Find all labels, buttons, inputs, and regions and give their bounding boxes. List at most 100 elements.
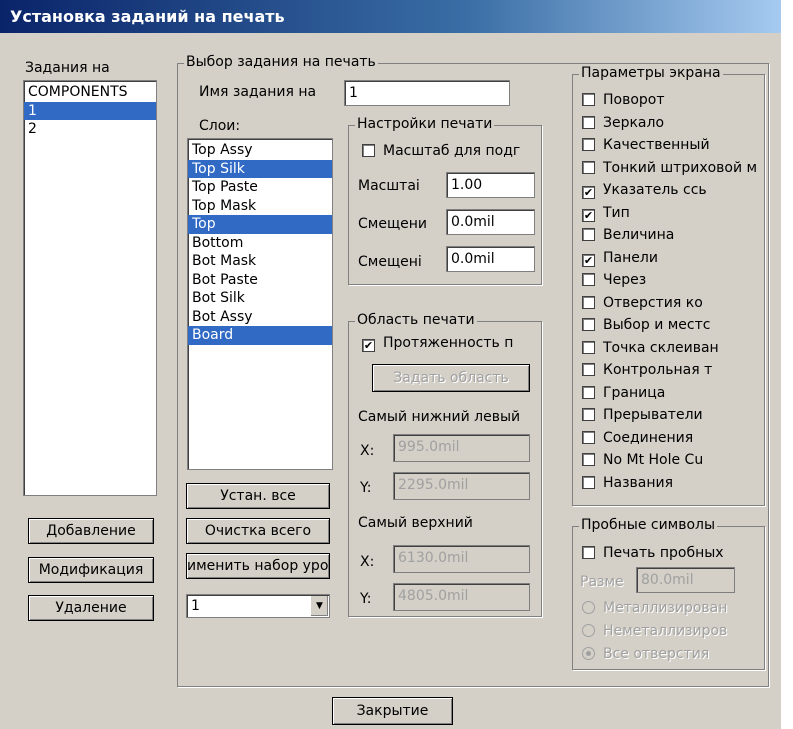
display-param-label: Панели [603, 249, 658, 266]
display-param-checkbox[interactable]: Выбор и местс [582, 315, 758, 335]
modify-button[interactable]: Модификация [28, 557, 154, 583]
display-param-checkbox[interactable]: Прерыватели [582, 405, 758, 425]
display-param-checkbox[interactable]: Контрольная т [582, 360, 758, 380]
radio-metallized-label: Металлизирован [603, 600, 728, 616]
layer-list-item[interactable]: Bot Mask [188, 252, 332, 271]
job-name-input[interactable]: 1 [344, 80, 510, 106]
layer-list-item[interactable]: Top Silk [188, 159, 332, 178]
display-param-label: Указатель ссь [603, 182, 707, 198]
clear-all-button[interactable]: Очистка всего [186, 518, 330, 544]
checkbox-box: ✔ [362, 339, 375, 352]
radio-all-holes[interactable]: Все отверстия [582, 644, 758, 664]
print-drill-symbols-checkbox[interactable]: Печать пробных [582, 543, 758, 563]
display-param-checkbox[interactable]: Граница [582, 383, 758, 403]
display-param-checkbox[interactable]: Зеркало [582, 113, 758, 133]
jobs-list-item[interactable]: COMPONENTS [24, 83, 156, 102]
apply-layer-set-button[interactable]: именить набор уров [186, 553, 330, 579]
ll-x-input[interactable]: 995.0mil [393, 434, 530, 462]
print-area-legend: Область печати [355, 312, 477, 328]
set-all-button[interactable]: Устан. все [186, 483, 330, 509]
ur-y-input[interactable]: 4805.0mil [393, 583, 530, 611]
layer-list-item[interactable]: Top Assy [188, 141, 332, 160]
ur-x-label: X: [360, 554, 375, 570]
print-settings-legend: Настройки печати [355, 116, 495, 132]
checkbox-box [582, 93, 595, 106]
size-input[interactable]: 80.0mil [636, 567, 735, 593]
display-param-label: Поворот [603, 92, 665, 108]
display-param-checkbox[interactable]: Отверстия ко [582, 293, 758, 313]
layers-list[interactable]: Top Assy Top Silk Top Paste Top Mask Top Bott… [187, 138, 333, 470]
checkbox-box [582, 273, 595, 286]
upper-right-label: Самый верхний [358, 515, 473, 531]
display-param-label: Прерыватели [603, 407, 703, 423]
checkbox-box [582, 138, 595, 151]
display-param-label: Величина [603, 227, 675, 243]
radio-nonmetallized[interactable]: Неметаллизиров [582, 621, 758, 641]
ll-y-input[interactable]: 2295.0mil [393, 472, 530, 500]
display-param-label: Зеркало [603, 114, 665, 131]
checkbox-box [582, 475, 595, 489]
display-param-label: Выбор и местс [603, 317, 711, 333]
drill-symbols-legend: Пробные символы [579, 517, 718, 533]
scale-to-fit-checkbox[interactable]: Масштаб для подг [362, 141, 534, 161]
display-param-checkbox[interactable]: ✔ Указатель ссь [582, 180, 758, 200]
display-param-checkbox[interactable]: Точка склеиван [582, 338, 758, 358]
checkbox-box [582, 363, 595, 376]
ll-x-label: X: [360, 443, 375, 459]
radio-circle [582, 601, 595, 614]
layer-list-item[interactable]: Top Paste [188, 178, 332, 197]
layers-label: Слои: [199, 118, 241, 134]
offset-y-input[interactable]: 0.0mil [446, 246, 535, 272]
display-param-checkbox[interactable]: Тонкий штриховой ме [582, 158, 758, 178]
extents-label: Протяженность п [383, 335, 514, 351]
delete-button[interactable]: Удаление [28, 595, 154, 621]
checkbox-box [582, 453, 595, 466]
layer-list-item[interactable]: Top [188, 215, 332, 234]
display-param-checkbox[interactable]: Поворот [582, 90, 758, 110]
close-button[interactable]: Закрытие [332, 697, 453, 725]
checkbox-box [582, 408, 595, 421]
checkbox-box: ✔ [582, 186, 595, 199]
layer-list-item[interactable]: Bot Paste [188, 271, 332, 290]
scale-input[interactable]: 1.00 [446, 172, 535, 198]
layer-set-combo[interactable]: 1 ▼ [186, 594, 330, 618]
extents-checkbox[interactable]: ✔ Протяженность п [362, 333, 534, 353]
ur-y-label: Y: [360, 591, 372, 607]
jobs-list[interactable]: COMPONENTS 1 2 [23, 80, 157, 496]
display-param-label: Качественный [603, 137, 710, 153]
display-param-checkbox[interactable]: No Mt Hole Cu [582, 450, 758, 470]
display-param-checkbox[interactable]: Через [582, 270, 758, 290]
jobs-list-item[interactable]: 2 [24, 120, 156, 139]
title-bar: Установка заданий на печать [0, 0, 781, 33]
layer-list-item[interactable]: Board [188, 326, 332, 345]
radio-circle [582, 624, 595, 637]
ll-y-label: Y: [360, 480, 372, 496]
checkbox-box: ✔ [582, 208, 595, 222]
display-param-checkbox[interactable]: Соединения [582, 428, 758, 448]
layer-set-combo-value: 1 [191, 598, 200, 614]
display-param-checkbox[interactable]: ✔ Панели [582, 248, 758, 268]
add-button[interactable]: Добавление [28, 518, 154, 544]
display-param-checkbox[interactable]: Качественный [582, 135, 758, 155]
layer-list-item[interactable]: Bot Assy [188, 308, 332, 327]
jobs-list-item[interactable]: 1 [24, 101, 156, 120]
ur-x-input[interactable]: 6130.0mil [393, 545, 530, 573]
print-jobs-dialog: Установка заданий на печать Задания на C… [0, 0, 793, 729]
lower-left-label: Самый нижний левый [358, 409, 521, 425]
display-param-checkbox[interactable]: ✔ Тип [582, 203, 758, 223]
display-param-checkbox[interactable]: Величина [582, 225, 758, 245]
offset-x-input[interactable]: 0.0mil [446, 209, 535, 235]
radio-metallized[interactable]: Металлизирован [582, 598, 758, 618]
radio-nonmetallized-label: Неметаллизиров [603, 623, 728, 639]
window-edge [781, 0, 793, 729]
display-param-checkbox[interactable]: Названия [582, 473, 758, 493]
layer-list-item[interactable]: Bot Silk [188, 289, 332, 308]
chevron-down-icon[interactable]: ▼ [310, 596, 328, 616]
set-area-button[interactable]: Задать область [372, 364, 530, 392]
display-param-label: Названия [603, 474, 674, 491]
checkbox-box [582, 546, 595, 559]
checkbox-box [582, 430, 595, 444]
layer-list-item[interactable]: Top Mask [188, 197, 332, 216]
layer-list-item[interactable]: Bottom [188, 234, 332, 253]
job-name-label: Имя задания на [199, 84, 317, 100]
